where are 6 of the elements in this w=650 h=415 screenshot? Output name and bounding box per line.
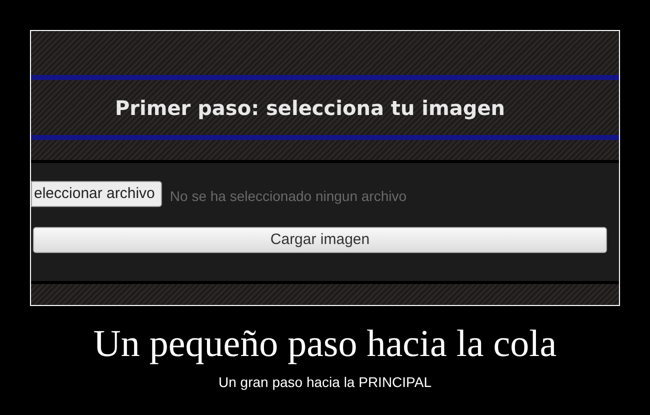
file-status-text: No se ha seleccionado ningun archivo: [170, 186, 407, 206]
caption-title: Un pequeño paso hacia la cola: [93, 322, 557, 366]
caption-subtitle: Un gran paso hacia la PRINCIPAL: [218, 373, 432, 392]
choose-file-button[interactable]: eleccionar archivo: [31, 181, 162, 207]
upload-button[interactable]: Cargar imagen: [33, 227, 607, 253]
step-heading: Primer paso: selecciona tu imagen: [115, 94, 505, 122]
